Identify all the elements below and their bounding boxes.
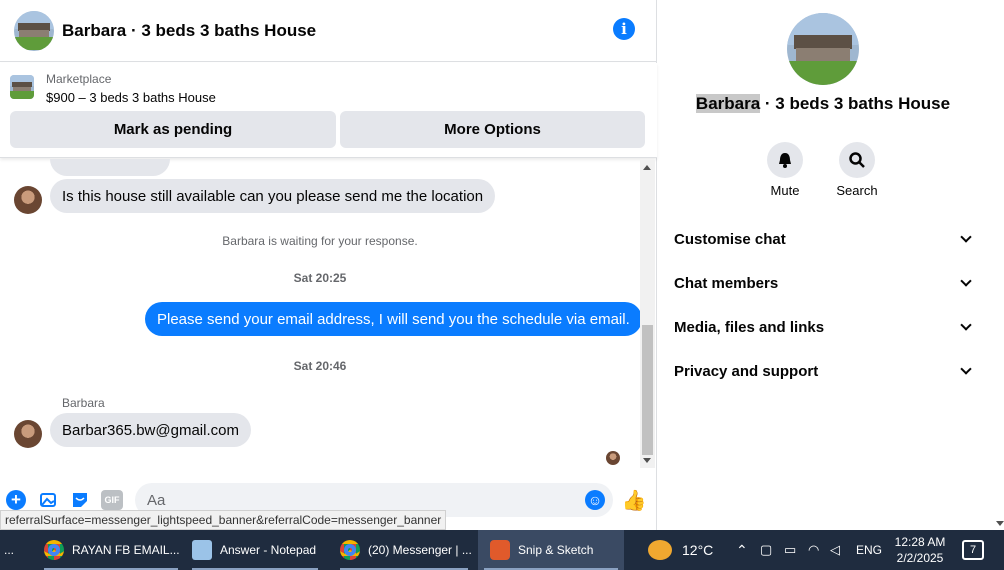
chevron-down-icon <box>960 231 972 243</box>
chevron-up-icon[interactable]: ⌃ <box>736 530 748 570</box>
sender-name: Barbara <box>62 396 105 410</box>
notepad-icon <box>192 540 212 560</box>
partial-message-bubble[interactable] <box>50 159 170 176</box>
gif-icon[interactable]: GIF <box>101 490 123 510</box>
thumbs-up-icon[interactable]: 👍 <box>622 490 647 512</box>
scroll-thumb[interactable] <box>642 325 653 455</box>
section-privacy-support[interactable]: Privacy and support <box>674 356 974 386</box>
chat-title[interactable]: Barbara · 3 beds 3 baths House <box>62 21 316 41</box>
marketplace-listing-banner: Marketplace $900 – 3 beds 3 baths House … <box>0 63 657 158</box>
section-customise-chat[interactable]: Customise chat <box>674 224 974 254</box>
notification-icon[interactable]: 7 <box>962 540 984 560</box>
listing-thumbnail[interactable] <box>10 75 34 99</box>
read-receipt-avatar <box>606 451 620 465</box>
incoming-message[interactable]: Barbar365.bw@gmail.com <box>50 413 251 447</box>
taskbar-item-snip-sketch[interactable]: Snip & Sketch <box>478 530 624 570</box>
taskbar-item-label: (20) Messenger | ... <box>368 543 472 557</box>
search-button[interactable] <box>839 142 875 178</box>
scroll-down-arrow-icon[interactable] <box>996 521 1004 526</box>
timestamp: Sat 20:25 <box>293 271 347 285</box>
info-icon[interactable]: i <box>613 18 635 40</box>
panel-title-rest: · 3 beds 3 baths House <box>760 94 951 113</box>
message-list: Is this house still available can you pl… <box>0 159 640 469</box>
clock[interactable]: 12:28 AM 2/2/2025 <box>880 534 960 566</box>
barbara-avatar[interactable] <box>14 420 42 448</box>
taskbar: ... RAYAN FB EMAIL... Answer - Notepad (… <box>0 530 1004 570</box>
section-label: Privacy and support <box>674 362 819 380</box>
snip-sketch-icon <box>490 540 510 560</box>
image-icon[interactable] <box>38 490 58 510</box>
section-label: Media, files and links <box>674 318 825 336</box>
listing-source: Marketplace <box>46 72 112 86</box>
chrome-icon <box>340 540 360 560</box>
scroll-up-arrow-icon[interactable] <box>643 165 651 170</box>
outgoing-message[interactable]: Please send your email address, I will s… <box>145 302 640 336</box>
panel-avatar[interactable] <box>787 13 859 85</box>
waiting-notice: Barbara is waiting for your response. <box>222 234 418 248</box>
weather-icon[interactable] <box>648 540 672 560</box>
search-icon <box>849 152 865 168</box>
listing-title[interactable]: $900 – 3 beds 3 baths House <box>46 90 216 105</box>
section-label: Customise chat <box>674 230 786 248</box>
mark-as-pending-button[interactable]: Mark as pending <box>10 111 336 148</box>
sticker-icon[interactable] <box>70 490 90 510</box>
chevron-down-icon <box>960 319 972 331</box>
taskbar-item-label: RAYAN FB EMAIL... <box>72 543 180 557</box>
chevron-down-icon <box>960 363 972 375</box>
timestamp: Sat 20:46 <box>293 359 347 373</box>
chat-info-panel: Barbara · 3 beds 3 baths House Mute Sear… <box>658 0 1004 530</box>
language-indicator[interactable]: ENG <box>856 530 882 570</box>
battery-icon[interactable]: ▭ <box>784 530 796 570</box>
chat-header: Barbara · 3 beds 3 baths House i <box>0 0 657 62</box>
panel-title-highlight: Barbara <box>695 94 761 113</box>
mute-button[interactable] <box>767 142 803 178</box>
taskbar-item-notepad[interactable]: Answer - Notepad <box>186 530 324 570</box>
search-label: Search <box>836 183 878 198</box>
taskbar-item-label: ... <box>4 543 15 557</box>
section-label: Chat members <box>674 274 779 292</box>
panel-title: Barbara · 3 beds 3 baths House <box>658 94 988 114</box>
barbara-avatar[interactable] <box>14 186 42 214</box>
clock-time: 12:28 AM <box>894 535 946 549</box>
section-chat-members[interactable]: Chat members <box>674 268 974 298</box>
message-input-placeholder: Aa <box>147 492 166 509</box>
bell-icon <box>779 153 791 168</box>
scroll-down-arrow-icon[interactable] <box>643 458 651 463</box>
section-media-files-links[interactable]: Media, files and links <box>674 312 974 342</box>
chrome-icon <box>44 540 64 560</box>
taskbar-item-chrome-rayan[interactable]: RAYAN FB EMAIL... <box>38 530 184 570</box>
status-bar-url: referralSurface=messenger_lightspeed_ban… <box>0 510 447 530</box>
listing-avatar[interactable] <box>14 10 54 51</box>
taskbar-item-partial[interactable]: ... <box>4 530 34 570</box>
clock-date: 2/2/2025 <box>896 551 944 565</box>
taskbar-item-messenger[interactable]: (20) Messenger | ... <box>334 530 474 570</box>
plus-icon[interactable]: + <box>6 490 26 510</box>
chevron-down-icon <box>960 275 972 287</box>
taskbar-item-label: Answer - Notepad <box>220 543 317 557</box>
volume-icon[interactable]: ◁ <box>830 530 840 570</box>
message-scrollbar[interactable] <box>640 160 655 468</box>
chat-column: Barbara · 3 beds 3 baths House i Marketp… <box>0 0 657 530</box>
messenger-window: Barbara · 3 beds 3 baths House i Marketp… <box>0 0 1004 530</box>
wifi-icon[interactable]: ◠ <box>808 530 819 570</box>
mute-label: Mute <box>770 183 800 198</box>
emoji-icon[interactable]: ☺ <box>585 490 605 510</box>
taskbar-item-label: Snip & Sketch <box>518 543 594 557</box>
incoming-message[interactable]: Is this house still available can you pl… <box>50 179 496 213</box>
meet-now-icon[interactable]: ▢ <box>760 530 772 570</box>
more-options-button[interactable]: More Options <box>340 111 645 148</box>
temperature[interactable]: 12°C <box>682 530 713 570</box>
